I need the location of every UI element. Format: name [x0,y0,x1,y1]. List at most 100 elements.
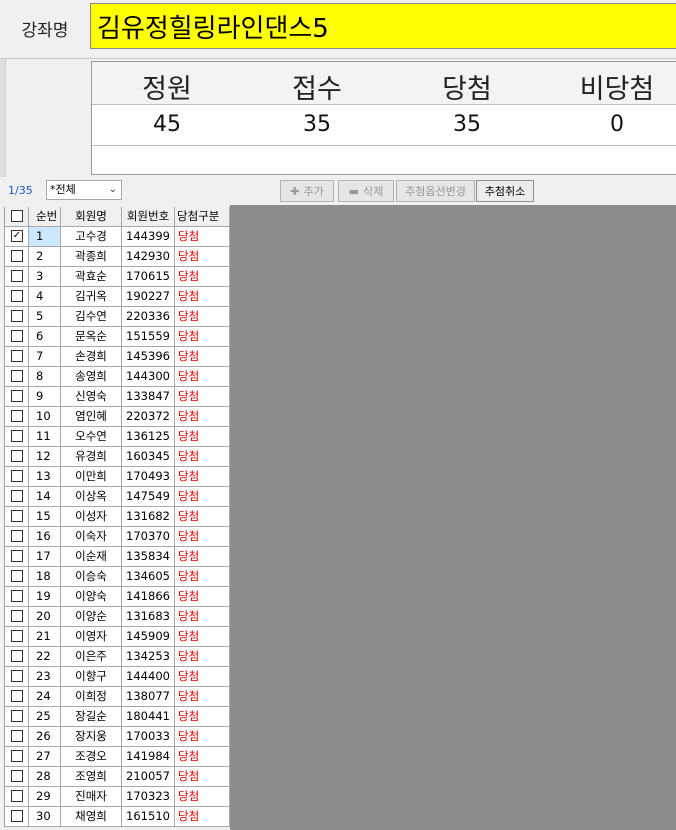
row-select-cell [5,687,29,706]
row-no: 19 [29,587,61,606]
row-checkbox[interactable] [11,410,23,422]
row-checkbox[interactable] [11,370,23,382]
row-checkbox[interactable] [11,710,23,722]
row-checkbox[interactable] [11,750,23,762]
members-table: 순번 회원명 회원번호 당첨구분 ✓ 1 고수경 144399 당첨 2 곽종희 142930… [4,207,230,827]
row-checkbox[interactable] [11,770,23,782]
row-checkbox[interactable] [11,330,23,342]
row-member-name: 문옥순 [61,327,122,346]
row-member-id: 190227 [122,287,175,306]
row-checkbox[interactable] [11,630,23,642]
draw-cancel-button[interactable]: 추첨취소 [476,180,534,202]
table-row[interactable]: 22 이은주 134253 당첨 [5,647,230,667]
row-checkbox[interactable] [11,450,23,462]
row-checkbox[interactable] [11,570,23,582]
row-no: 21 [29,627,61,646]
row-member-name: 김수연 [61,307,122,326]
row-checkbox[interactable] [11,250,23,262]
table-row[interactable]: 6 문옥순 151559 당첨 [5,327,230,347]
table-row[interactable]: 27 조경오 141984 당첨 [5,747,230,767]
row-select-cell [5,487,29,506]
table-row[interactable]: 29 진매자 170323 당첨 [5,787,230,807]
row-checkbox[interactable] [11,810,23,822]
header-no[interactable]: 순번 [29,207,61,226]
table-row[interactable]: 3 곽효순 170615 당첨 [5,267,230,287]
row-select-cell [5,667,29,686]
delete-button-label: 삭제 [363,185,384,198]
table-row[interactable]: 11 오수연 136125 당첨 [5,427,230,447]
row-no: 26 [29,727,61,746]
header-member-name[interactable]: 회원명 [61,207,122,226]
row-checkbox[interactable] [11,350,23,362]
row-checkbox[interactable] [11,650,23,662]
row-checkbox[interactable] [11,290,23,302]
row-status: 당첨 [175,467,230,486]
table-row[interactable]: 17 이순재 135834 당첨 [5,547,230,567]
header-status[interactable]: 당첨구분 [175,207,230,226]
row-select-cell [5,367,29,386]
table-row[interactable]: 9 신영숙 133847 당첨 [5,387,230,407]
table-row[interactable]: 16 이숙자 170370 당첨 [5,527,230,547]
table-row[interactable]: ✓ 1 고수경 144399 당첨 [5,227,230,247]
add-button[interactable]: ✚ 추가 [280,180,334,202]
row-checkbox[interactable] [11,530,23,542]
stats-header-won: 당첨 [442,74,492,105]
row-checkbox[interactable]: ✓ [11,230,23,242]
row-member-name: 이양순 [61,607,122,626]
row-member-name: 이승숙 [61,567,122,586]
table-row[interactable]: 30 채영희 161510 당첨 [5,807,230,827]
row-status: 당첨 [175,347,230,366]
header-member-id[interactable]: 회원번호 [122,207,175,226]
table-row[interactable]: 8 송영희 144300 당첨 [5,367,230,387]
row-checkbox[interactable] [11,310,23,322]
row-member-id: 131683 [122,607,175,626]
table-row[interactable]: 19 이양숙 141866 당첨 [5,587,230,607]
table-row[interactable]: 25 장길순 180441 당첨 [5,707,230,727]
table-row[interactable]: 20 이양순 131683 당첨 [5,607,230,627]
course-name-field[interactable]: 김유정힐링라인댄스5 [90,3,676,49]
row-checkbox[interactable] [11,270,23,282]
row-checkbox[interactable] [11,610,23,622]
table-row[interactable]: 28 조영희 210057 당첨 [5,767,230,787]
select-all-checkbox[interactable] [11,210,23,222]
table-row[interactable]: 5 김수연 220336 당첨 [5,307,230,327]
table-row[interactable]: 10 염인혜 220372 당첨 [5,407,230,427]
row-member-name: 손경희 [61,347,122,366]
table-row[interactable]: 4 김귀옥 190227 당첨 [5,287,230,307]
draw-option-button[interactable]: 추첨옵션변경 [396,180,475,202]
delete-button[interactable]: ▬ 삭제 [338,180,394,202]
row-no: 1 [29,227,61,246]
table-row[interactable]: 15 이성자 131682 당첨 [5,507,230,527]
row-select-cell [5,807,29,826]
table-row[interactable]: 14 이상옥 147549 당첨 [5,487,230,507]
row-select-cell [5,267,29,286]
row-checkbox[interactable] [11,550,23,562]
row-checkbox[interactable] [11,670,23,682]
table-row[interactable]: 18 이승숙 134605 당첨 [5,567,230,587]
row-checkbox[interactable] [11,430,23,442]
row-checkbox[interactable] [11,390,23,402]
table-row[interactable]: 26 장지웅 170033 당첨 [5,727,230,747]
filter-select[interactable]: *전체 ⌄ [46,180,122,200]
row-status: 당첨 [175,367,230,386]
row-checkbox[interactable] [11,730,23,742]
table-row[interactable]: 2 곽종희 142930 당첨 [5,247,230,267]
row-checkbox[interactable] [11,470,23,482]
row-no: 16 [29,527,61,546]
table-row[interactable]: 12 유경희 160345 당첨 [5,447,230,467]
table-row[interactable]: 7 손경희 145396 당첨 [5,347,230,367]
row-checkbox[interactable] [11,590,23,602]
table-row[interactable]: 13 이만희 170493 당첨 [5,467,230,487]
row-checkbox[interactable] [11,790,23,802]
row-select-cell [5,247,29,266]
row-checkbox[interactable] [11,510,23,522]
row-member-id: 144400 [122,667,175,686]
table-row[interactable]: 23 이향구 144400 당첨 [5,667,230,687]
left-panel-edge [0,59,6,177]
row-select-cell [5,707,29,726]
table-row[interactable]: 21 이영자 145909 당첨 [5,627,230,647]
table-row[interactable]: 24 이희정 138077 당첨 [5,687,230,707]
row-checkbox[interactable] [11,690,23,702]
row-checkbox[interactable] [11,490,23,502]
row-select-cell [5,307,29,326]
